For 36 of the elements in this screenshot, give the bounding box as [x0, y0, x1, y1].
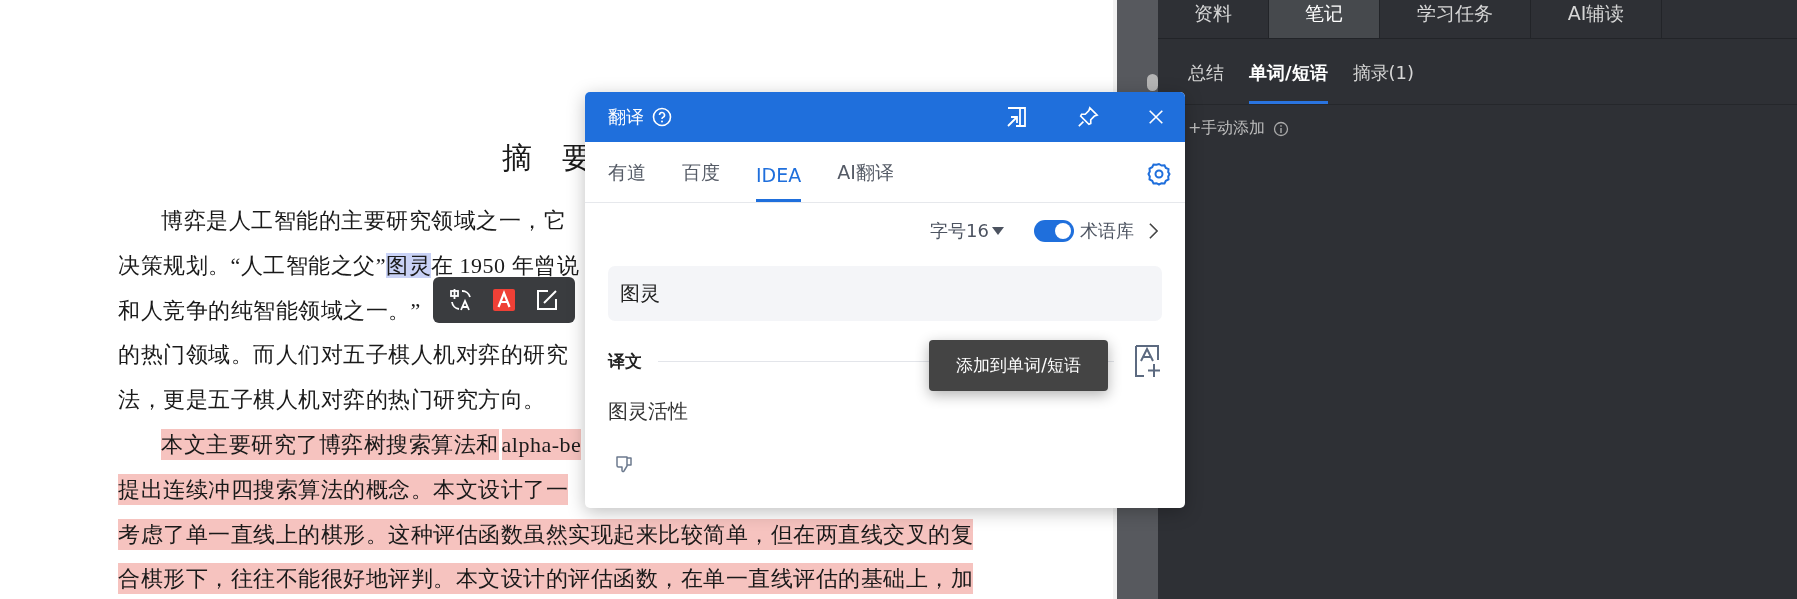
- translator-tab[interactable]: 有道: [608, 160, 646, 202]
- result-heading: 译文: [608, 349, 642, 373]
- close-icon[interactable]: [1147, 108, 1165, 126]
- panel-tab[interactable]: 学习任务: [1380, 0, 1531, 38]
- panel-tab[interactable]: AI辅读: [1531, 0, 1662, 38]
- source-text-field[interactable]: 图灵: [608, 266, 1162, 321]
- help-icon[interactable]: [652, 107, 672, 127]
- translator-tab[interactable]: AI翻译: [837, 160, 894, 202]
- info-icon[interactable]: [1273, 120, 1290, 137]
- popup-title: 翻译: [608, 105, 644, 129]
- text-line: 法，更是五子棋人机对弈的热门研究方向。: [118, 386, 546, 415]
- sub-tab[interactable]: 摘录(1): [1352, 61, 1415, 104]
- translator-tab[interactable]: 百度: [682, 160, 720, 202]
- highlight-icon[interactable]: [492, 288, 516, 312]
- text-line: 和人竞争的纯智能领域之一。”: [118, 296, 421, 325]
- tooltip: 添加到单词/短语: [929, 340, 1108, 391]
- thumbs-down-icon[interactable]: [615, 455, 635, 475]
- popout-icon[interactable]: [1005, 105, 1029, 129]
- manual-add-link[interactable]: +手动添加: [1188, 118, 1266, 139]
- sub-tab[interactable]: 总结: [1188, 61, 1224, 104]
- scrollbar-thumb[interactable]: [1147, 74, 1158, 91]
- panel-tab[interactable]: 笔记: [1269, 0, 1380, 38]
- text-line: 博弈是人工智能的主要研究领域之一，它: [160, 207, 566, 235]
- translate-icon[interactable]: [448, 288, 473, 312]
- translator-tab[interactable]: IDEA: [756, 164, 802, 202]
- sub-tab[interactable]: 单词/短语: [1249, 61, 1328, 104]
- translation-result: 图灵活性: [608, 398, 689, 425]
- text-line: 的热门领域。而人们对五子棋人机对弈的研究: [118, 341, 568, 370]
- glossary-label: 术语库: [1080, 219, 1134, 243]
- font-size-dropdown[interactable]: 字号16: [930, 219, 1004, 243]
- chevron-right-icon[interactable]: [1148, 222, 1159, 240]
- settings-icon[interactable]: [1147, 162, 1171, 186]
- edit-icon[interactable]: [535, 288, 560, 312]
- glossary-toggle[interactable]: [1034, 220, 1074, 242]
- text-line: 决策规划。“人工智能之父”图灵在 1950 年曾说: [118, 251, 580, 280]
- pin-icon[interactable]: [1077, 106, 1099, 128]
